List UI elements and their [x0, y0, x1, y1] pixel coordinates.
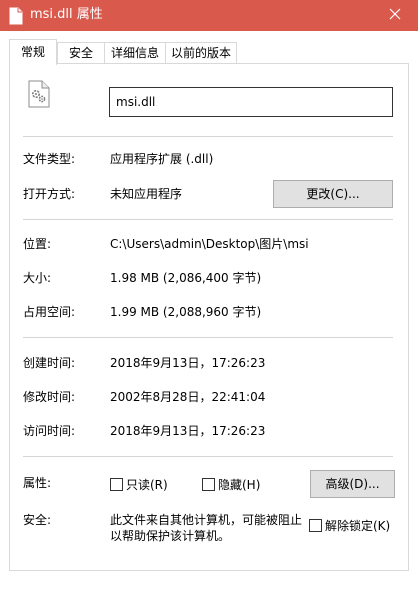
accessed-value: 2018年9月13日，17:26:23	[110, 424, 266, 438]
tab-previous-versions[interactable]: 以前的版本	[165, 42, 237, 64]
tab-strip: 常规 安全 详细信息 以前的版本	[0, 31, 418, 65]
tab-details[interactable]: 详细信息	[104, 42, 166, 64]
separator	[23, 219, 393, 220]
title-bar[interactable]: msi.dll 属性	[0, 0, 418, 31]
window-title: msi.dll 属性	[30, 7, 103, 22]
dll-file-gear-icon	[28, 80, 50, 108]
advanced-button[interactable]: 高级(D)...	[310, 470, 395, 498]
open-with-label: 打开方式:	[23, 187, 76, 201]
size-label: 大小:	[23, 271, 52, 285]
location-label: 位置:	[23, 237, 52, 251]
size-on-disk-label: 占用空间:	[23, 305, 76, 319]
hidden-checkbox[interactable]	[202, 478, 215, 491]
created-label: 创建时间:	[23, 356, 76, 370]
accessed-label: 访问时间:	[23, 424, 76, 438]
attributes-label: 属性:	[23, 476, 52, 490]
close-button[interactable]	[372, 0, 418, 31]
tab-security[interactable]: 安全	[57, 42, 105, 64]
properties-window: msi.dll 属性 常规 安全 详细信息 以前的版本 msi.dll 文件类型	[0, 0, 418, 594]
separator	[23, 456, 393, 457]
modified-value: 2002年8月28日，22:41:04	[110, 390, 266, 404]
filename-input[interactable]: msi.dll	[109, 87, 393, 117]
readonly-label[interactable]: 只读(R)	[126, 477, 168, 493]
dialog-footer	[0, 572, 418, 594]
document-icon	[8, 7, 24, 25]
close-icon	[389, 8, 401, 23]
file-type-value: 应用程序扩展 (.dll)	[110, 152, 214, 166]
file-type-label: 文件类型:	[23, 152, 76, 166]
change-button[interactable]: 更改(C)...	[273, 180, 393, 208]
open-with-value: 未知应用程序	[110, 187, 183, 201]
tab-general[interactable]: 常规	[9, 39, 57, 65]
separator	[23, 136, 393, 137]
security-text-line1: 此文件来自其他计算机，可能被阻止	[110, 513, 303, 527]
security-label: 安全:	[23, 513, 52, 527]
size-on-disk-value: 1.99 MB (2,088,960 字节)	[110, 305, 262, 319]
modified-label: 修改时间:	[23, 390, 76, 404]
readonly-checkbox[interactable]	[110, 478, 123, 491]
separator	[23, 337, 393, 338]
security-text-line2: 以帮助保护该计算机。	[110, 529, 231, 543]
unblock-checkbox[interactable]	[309, 519, 322, 532]
location-value: C:\Users\admin\Desktop\图片\msi	[110, 237, 309, 251]
size-value: 1.98 MB (2,086,400 字节)	[110, 271, 262, 285]
hidden-label[interactable]: 隐藏(H)	[218, 477, 260, 493]
created-value: 2018年9月13日，17:26:23	[110, 356, 266, 370]
unblock-label[interactable]: 解除锁定(K)	[325, 518, 390, 534]
